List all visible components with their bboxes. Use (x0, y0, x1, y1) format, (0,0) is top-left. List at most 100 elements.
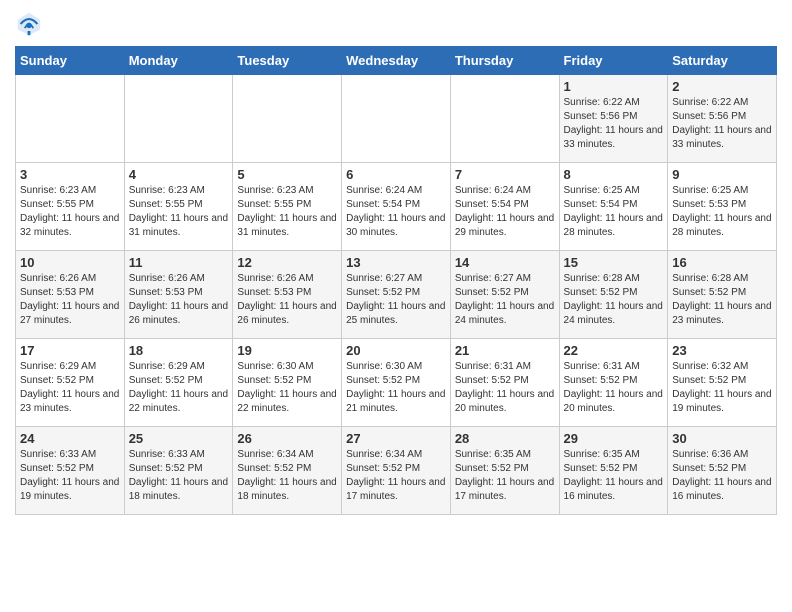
day-number: 20 (346, 343, 446, 358)
day-number: 13 (346, 255, 446, 270)
day-number: 2 (672, 79, 772, 94)
logo-icon (15, 10, 43, 38)
calendar-day-header: Tuesday (233, 47, 342, 75)
day-info: Sunrise: 6:30 AM Sunset: 5:52 PM Dayligh… (346, 360, 446, 416)
calendar-cell: 15 Sunrise: 6:28 AM Sunset: 5:52 PM Dayl… (559, 251, 668, 339)
day-info: Sunrise: 6:30 AM Sunset: 5:52 PM Dayligh… (237, 360, 337, 416)
calendar-table: SundayMondayTuesdayWednesdayThursdayFrid… (15, 46, 777, 515)
day-number: 4 (129, 167, 229, 182)
calendar-cell (16, 75, 125, 163)
calendar-cell: 29 Sunrise: 6:35 AM Sunset: 5:52 PM Dayl… (559, 427, 668, 515)
calendar-cell (342, 75, 451, 163)
day-info: Sunrise: 6:29 AM Sunset: 5:52 PM Dayligh… (129, 360, 229, 416)
day-number: 12 (237, 255, 337, 270)
calendar-day-header: Saturday (668, 47, 777, 75)
day-number: 28 (455, 431, 555, 446)
day-info: Sunrise: 6:22 AM Sunset: 5:56 PM Dayligh… (672, 96, 772, 152)
calendar-cell: 16 Sunrise: 6:28 AM Sunset: 5:52 PM Dayl… (668, 251, 777, 339)
page: SundayMondayTuesdayWednesdayThursdayFrid… (0, 0, 792, 530)
day-number: 7 (455, 167, 555, 182)
day-info: Sunrise: 6:23 AM Sunset: 5:55 PM Dayligh… (20, 184, 120, 240)
day-number: 26 (237, 431, 337, 446)
day-number: 22 (564, 343, 664, 358)
calendar-cell: 14 Sunrise: 6:27 AM Sunset: 5:52 PM Dayl… (450, 251, 559, 339)
day-number: 15 (564, 255, 664, 270)
calendar-day-header: Monday (124, 47, 233, 75)
day-number: 17 (20, 343, 120, 358)
day-info: Sunrise: 6:26 AM Sunset: 5:53 PM Dayligh… (129, 272, 229, 328)
calendar-cell: 1 Sunrise: 6:22 AM Sunset: 5:56 PM Dayli… (559, 75, 668, 163)
calendar-day-header: Friday (559, 47, 668, 75)
calendar-cell: 10 Sunrise: 6:26 AM Sunset: 5:53 PM Dayl… (16, 251, 125, 339)
calendar-cell: 28 Sunrise: 6:35 AM Sunset: 5:52 PM Dayl… (450, 427, 559, 515)
calendar-cell: 17 Sunrise: 6:29 AM Sunset: 5:52 PM Dayl… (16, 339, 125, 427)
calendar-cell: 20 Sunrise: 6:30 AM Sunset: 5:52 PM Dayl… (342, 339, 451, 427)
day-number: 6 (346, 167, 446, 182)
day-info: Sunrise: 6:25 AM Sunset: 5:54 PM Dayligh… (564, 184, 664, 240)
day-number: 21 (455, 343, 555, 358)
day-info: Sunrise: 6:26 AM Sunset: 5:53 PM Dayligh… (20, 272, 120, 328)
calendar-cell (233, 75, 342, 163)
calendar-cell: 23 Sunrise: 6:32 AM Sunset: 5:52 PM Dayl… (668, 339, 777, 427)
day-info: Sunrise: 6:24 AM Sunset: 5:54 PM Dayligh… (455, 184, 555, 240)
calendar-week-row: 10 Sunrise: 6:26 AM Sunset: 5:53 PM Dayl… (16, 251, 777, 339)
calendar-cell: 6 Sunrise: 6:24 AM Sunset: 5:54 PM Dayli… (342, 163, 451, 251)
calendar-cell: 19 Sunrise: 6:30 AM Sunset: 5:52 PM Dayl… (233, 339, 342, 427)
day-number: 23 (672, 343, 772, 358)
calendar-cell (124, 75, 233, 163)
day-info: Sunrise: 6:35 AM Sunset: 5:52 PM Dayligh… (455, 448, 555, 504)
calendar-week-row: 1 Sunrise: 6:22 AM Sunset: 5:56 PM Dayli… (16, 75, 777, 163)
day-info: Sunrise: 6:31 AM Sunset: 5:52 PM Dayligh… (455, 360, 555, 416)
day-info: Sunrise: 6:32 AM Sunset: 5:52 PM Dayligh… (672, 360, 772, 416)
day-info: Sunrise: 6:31 AM Sunset: 5:52 PM Dayligh… (564, 360, 664, 416)
day-number: 14 (455, 255, 555, 270)
calendar-cell: 7 Sunrise: 6:24 AM Sunset: 5:54 PM Dayli… (450, 163, 559, 251)
logo-area (15, 10, 47, 38)
calendar-cell: 5 Sunrise: 6:23 AM Sunset: 5:55 PM Dayli… (233, 163, 342, 251)
day-info: Sunrise: 6:27 AM Sunset: 5:52 PM Dayligh… (455, 272, 555, 328)
header (15, 10, 777, 38)
calendar-week-row: 17 Sunrise: 6:29 AM Sunset: 5:52 PM Dayl… (16, 339, 777, 427)
day-info: Sunrise: 6:34 AM Sunset: 5:52 PM Dayligh… (346, 448, 446, 504)
calendar-cell: 3 Sunrise: 6:23 AM Sunset: 5:55 PM Dayli… (16, 163, 125, 251)
calendar-cell: 30 Sunrise: 6:36 AM Sunset: 5:52 PM Dayl… (668, 427, 777, 515)
calendar-cell: 24 Sunrise: 6:33 AM Sunset: 5:52 PM Dayl… (16, 427, 125, 515)
day-number: 30 (672, 431, 772, 446)
day-number: 29 (564, 431, 664, 446)
day-info: Sunrise: 6:33 AM Sunset: 5:52 PM Dayligh… (129, 448, 229, 504)
calendar-cell (450, 75, 559, 163)
day-info: Sunrise: 6:23 AM Sunset: 5:55 PM Dayligh… (129, 184, 229, 240)
calendar-cell: 13 Sunrise: 6:27 AM Sunset: 5:52 PM Dayl… (342, 251, 451, 339)
calendar-cell: 11 Sunrise: 6:26 AM Sunset: 5:53 PM Dayl… (124, 251, 233, 339)
day-number: 5 (237, 167, 337, 182)
day-info: Sunrise: 6:24 AM Sunset: 5:54 PM Dayligh… (346, 184, 446, 240)
calendar-cell: 4 Sunrise: 6:23 AM Sunset: 5:55 PM Dayli… (124, 163, 233, 251)
day-info: Sunrise: 6:28 AM Sunset: 5:52 PM Dayligh… (672, 272, 772, 328)
day-info: Sunrise: 6:25 AM Sunset: 5:53 PM Dayligh… (672, 184, 772, 240)
day-number: 11 (129, 255, 229, 270)
calendar-cell: 27 Sunrise: 6:34 AM Sunset: 5:52 PM Dayl… (342, 427, 451, 515)
day-number: 9 (672, 167, 772, 182)
day-info: Sunrise: 6:28 AM Sunset: 5:52 PM Dayligh… (564, 272, 664, 328)
day-info: Sunrise: 6:22 AM Sunset: 5:56 PM Dayligh… (564, 96, 664, 152)
calendar-week-row: 24 Sunrise: 6:33 AM Sunset: 5:52 PM Dayl… (16, 427, 777, 515)
day-info: Sunrise: 6:35 AM Sunset: 5:52 PM Dayligh… (564, 448, 664, 504)
day-info: Sunrise: 6:29 AM Sunset: 5:52 PM Dayligh… (20, 360, 120, 416)
day-info: Sunrise: 6:23 AM Sunset: 5:55 PM Dayligh… (237, 184, 337, 240)
calendar-cell: 25 Sunrise: 6:33 AM Sunset: 5:52 PM Dayl… (124, 427, 233, 515)
calendar-day-header: Wednesday (342, 47, 451, 75)
calendar-cell: 8 Sunrise: 6:25 AM Sunset: 5:54 PM Dayli… (559, 163, 668, 251)
calendar-day-header: Sunday (16, 47, 125, 75)
day-number: 3 (20, 167, 120, 182)
day-number: 8 (564, 167, 664, 182)
calendar-header-row: SundayMondayTuesdayWednesdayThursdayFrid… (16, 47, 777, 75)
calendar-cell: 12 Sunrise: 6:26 AM Sunset: 5:53 PM Dayl… (233, 251, 342, 339)
calendar-day-header: Thursday (450, 47, 559, 75)
day-number: 24 (20, 431, 120, 446)
day-info: Sunrise: 6:36 AM Sunset: 5:52 PM Dayligh… (672, 448, 772, 504)
calendar-cell: 2 Sunrise: 6:22 AM Sunset: 5:56 PM Dayli… (668, 75, 777, 163)
day-number: 1 (564, 79, 664, 94)
day-info: Sunrise: 6:34 AM Sunset: 5:52 PM Dayligh… (237, 448, 337, 504)
day-number: 19 (237, 343, 337, 358)
calendar-cell: 9 Sunrise: 6:25 AM Sunset: 5:53 PM Dayli… (668, 163, 777, 251)
